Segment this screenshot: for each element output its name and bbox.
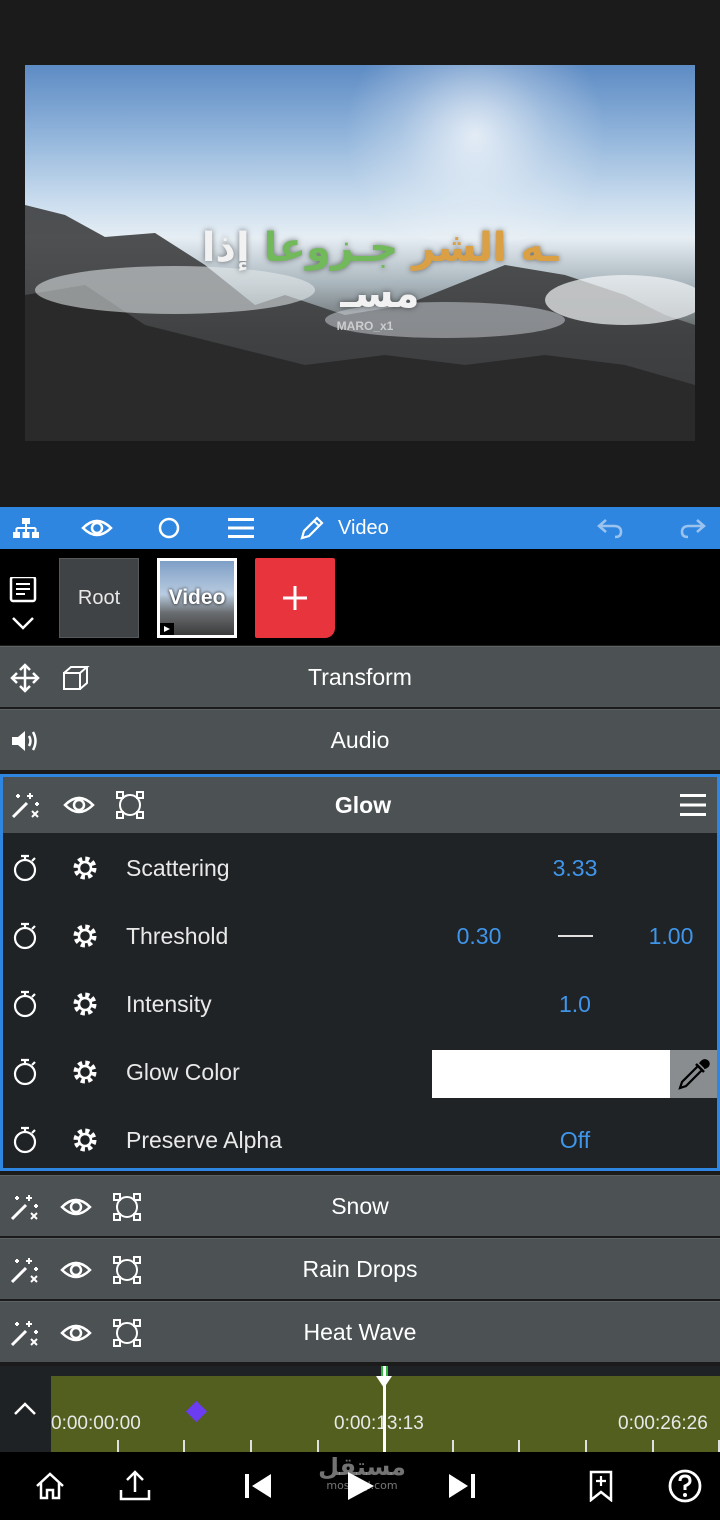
stopwatch-icon[interactable] [5,1038,45,1106]
chevron-up-icon [14,1402,36,1415]
eyedropper-button[interactable] [670,1050,717,1098]
timeline-collapse-button[interactable] [0,1366,50,1452]
timeline-tick [652,1440,654,1452]
share-icon [119,1470,151,1501]
menu-icon[interactable] [673,777,713,833]
bookmark-icon [589,1470,613,1502]
param-preserve-alpha-value[interactable]: Off [533,1106,617,1174]
watermark-text: MARO_x1 [336,319,394,333]
skip-start-icon [245,1474,271,1498]
timeline-tick [183,1440,185,1452]
skip-back-button[interactable] [228,1452,288,1520]
stopwatch-icon[interactable] [5,902,45,970]
skip-end-icon [449,1474,475,1498]
timeline-end-time: 0:00:26:26 [618,1413,708,1434]
panel-snow[interactable]: Snow [0,1175,720,1236]
add-layer-button[interactable] [255,558,335,638]
panel-rain-drops[interactable]: Rain Drops [0,1238,720,1299]
home-button[interactable] [20,1452,80,1520]
panel-audio[interactable]: Audio [0,709,720,770]
caption-word: جـزوعا [263,225,399,271]
arabic-caption: ـه الشر جـزوعا إذا مسـ [170,225,590,317]
layer-video-label: Video [168,586,226,609]
playhead-handle[interactable] [376,1376,392,1388]
eye-icon[interactable] [77,507,117,549]
redo-icon[interactable] [673,507,713,549]
glow-color-swatch[interactable] [432,1050,670,1098]
gear-icon[interactable] [65,970,105,1038]
panel-glow-label: Glow [334,792,392,818]
param-scattering-value[interactable]: 3.33 [533,834,617,902]
timeline-tick [452,1440,454,1452]
timeline-tick [317,1440,319,1452]
param-intensity-label: Intensity [126,991,212,1017]
pencil-icon[interactable] [292,507,332,549]
help-icon [668,1469,702,1503]
param-threshold-label: Threshold [126,923,229,949]
caption-word: ـه الشر [412,225,559,271]
menu-icon[interactable] [221,507,261,549]
play-button[interactable] [330,1452,390,1520]
help-button[interactable] [655,1452,715,1520]
circle-icon[interactable] [149,507,189,549]
timeline-tick [585,1440,587,1452]
video-preview[interactable]: ـه الشر جـزوعا إذا مسـ MARO_x1 [0,0,720,506]
home-icon [36,1472,64,1500]
gear-icon[interactable] [65,1106,105,1174]
export-button[interactable] [105,1452,165,1520]
keyframe-marker[interactable] [185,1400,208,1423]
gear-icon[interactable] [65,1038,105,1106]
panel-transform-label: Transform [308,664,412,690]
panel-audio-label: Audio [330,727,390,753]
param-intensity: Intensity 1.0 [3,970,717,1038]
range-separator [558,935,593,937]
param-intensity-value[interactable]: 1.0 [533,970,617,1038]
panel-rain-drops-label: Rain Drops [302,1256,418,1282]
panel-glow: Glow Scattering 3.33 Threshold 0.30 1.00… [0,774,720,1171]
plus-icon [283,586,307,610]
param-scattering-label: Scattering [126,855,230,881]
param-threshold-max[interactable]: 1.00 [629,902,713,970]
param-glow-color: Glow Color [3,1038,717,1106]
stopwatch-icon[interactable] [5,1106,45,1174]
bottom-bar: مستقل mostaql.com [0,1452,720,1520]
toolbar-title: Video [338,517,389,539]
skip-forward-button[interactable] [432,1452,492,1520]
layer-tree-icon[interactable] [6,507,46,549]
gear-icon[interactable] [65,834,105,902]
layer-list-toggle[interactable] [8,575,42,637]
timeline-current-time: 0:00:13:13 [334,1413,424,1434]
panel-transform[interactable]: Transform [0,646,720,707]
layer-root-label: Root [77,586,121,609]
param-scattering: Scattering 3.33 [3,834,717,902]
panel-snow-label: Snow [331,1193,389,1219]
layer-root[interactable]: Root [59,558,139,638]
panel-glow-header[interactable]: Glow [3,777,717,833]
param-threshold: Threshold 0.30 1.00 [3,902,717,970]
play-icon [348,1472,374,1500]
preview-frame[interactable]: ـه الشر جـزوعا إذا مسـ MARO_x1 [25,65,695,441]
layer-strip: Root Video [0,549,720,645]
timeline[interactable]: 0:00:00:00 0:00:13:13 0:00:26:26 [0,1366,720,1452]
timeline-tick [518,1440,520,1452]
stopwatch-icon[interactable] [5,970,45,1038]
gear-icon[interactable] [65,902,105,970]
stopwatch-icon[interactable] [5,834,45,902]
timeline-tick [250,1440,252,1452]
param-preserve-alpha: Preserve Alpha Off [3,1106,717,1174]
eyedropper-icon [677,1059,710,1090]
timeline-tick [117,1440,119,1452]
param-preserve-alpha-label: Preserve Alpha [126,1127,282,1153]
panel-heat-wave-label: Heat Wave [303,1319,417,1345]
video-clip-icon [160,623,174,635]
undo-icon[interactable] [590,507,630,549]
timeline-start-time: 0:00:00:00 [51,1413,141,1434]
top-toolbar: Video [0,507,720,549]
param-glow-color-label: Glow Color [126,1059,240,1085]
panel-heat-wave[interactable]: Heat Wave [0,1301,720,1362]
param-threshold-min[interactable]: 0.30 [437,902,521,970]
layer-video[interactable]: Video [157,558,237,638]
bookmark-button[interactable] [571,1452,631,1520]
